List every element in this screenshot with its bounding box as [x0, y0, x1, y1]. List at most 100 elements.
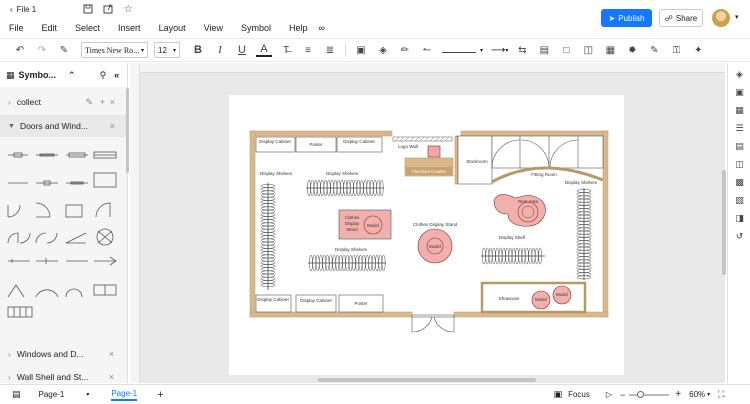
line-weight-icon[interactable]: ⇆ — [514, 42, 530, 58]
font-size-value: 12 — [158, 45, 167, 55]
sidebar-scrollbar[interactable] — [126, 88, 129, 173]
add-icon[interactable]: + — [100, 97, 105, 107]
arrow-style-select[interactable]: ⟶ — [491, 45, 505, 56]
chevron-up-icon[interactable]: ⌃ — [68, 70, 76, 81]
menu-help[interactable]: Help — [280, 20, 317, 36]
drawing-page[interactable]: Logo Wall Display Cabinet Poster Display… — [229, 95, 624, 375]
fullscreen-icon[interactable]: ⛶ — [718, 389, 724, 400]
page-tab-active[interactable]: Page-1 — [111, 389, 138, 401]
menu-file[interactable]: File — [0, 20, 33, 36]
page-layout-icon[interactable]: ▤ — [12, 389, 21, 400]
publish-button[interactable]: ➤ Publish — [601, 9, 652, 27]
menu-layout[interactable]: Layout — [150, 20, 195, 36]
menu-insert[interactable]: Insert — [109, 20, 150, 36]
close-icon[interactable]: × — [109, 349, 114, 359]
chevron-down-icon[interactable]: ▾ — [480, 47, 483, 54]
bold-icon[interactable]: B — [190, 42, 206, 58]
style-fill-icon[interactable]: ◈ — [728, 65, 750, 83]
export-icon[interactable] — [102, 3, 114, 15]
database-icon[interactable]: ◫ — [728, 155, 750, 173]
star-icon[interactable]: ☆ — [122, 3, 134, 15]
align-icon[interactable]: ≡ — [300, 42, 316, 58]
align-objects-icon[interactable]: ◫ — [580, 42, 596, 58]
share-icon: ☍ — [664, 13, 673, 23]
fit-icon[interactable]: ◨ — [728, 209, 750, 227]
close-icon[interactable]: × — [109, 372, 114, 382]
arrange-icon[interactable]: ▤ — [536, 42, 552, 58]
zoom-level[interactable]: 60% — [689, 390, 705, 399]
line-color-icon[interactable]: ✏ — [397, 42, 413, 58]
edit-icon[interactable]: ✎ — [646, 42, 662, 58]
label-display-shelves-top: Display Shelves — [326, 171, 359, 176]
redo-icon[interactable]: ↷ — [34, 42, 50, 58]
symbol-panel-title[interactable]: Symbo... — [19, 70, 57, 80]
collapse-panel-icon[interactable]: « — [114, 70, 119, 80]
avatar-dropdown-icon[interactable]: ▾ — [735, 13, 739, 21]
zoom-slider-handle[interactable] — [637, 390, 645, 398]
edit-icon[interactable]: ✎ — [85, 97, 93, 108]
comment-icon[interactable]: ▤ — [728, 137, 750, 155]
history-icon[interactable]: ↺ — [728, 227, 750, 245]
effects-icon[interactable]: ✹ — [624, 42, 640, 58]
sidebar-item-windows-doors[interactable]: › Windows and D... × — [0, 343, 126, 365]
add-page-icon[interactable]: + — [157, 389, 163, 401]
format-painter-icon[interactable]: ✎ — [56, 42, 72, 58]
chevron-right-icon: › — [8, 349, 11, 359]
sidebar-item-collect[interactable]: › collect ✎ + × — [0, 91, 127, 113]
close-icon[interactable]: × — [110, 121, 115, 131]
menu-symbol[interactable]: Symbol — [232, 20, 280, 36]
zoom-in-icon[interactable]: + — [675, 389, 681, 400]
underline-icon[interactable]: U — [234, 42, 250, 58]
save-icon[interactable] — [82, 3, 94, 15]
chevron-right-icon: › — [8, 97, 11, 107]
line-spacing-icon[interactable]: ≣ — [322, 42, 338, 58]
text-style-icon[interactable]: T̶ — [278, 42, 294, 58]
page-select[interactable]: Page-1 ▾ — [39, 390, 90, 399]
undo-icon[interactable]: ↶ — [12, 42, 28, 58]
fill-icon[interactable]: ◈ — [375, 42, 391, 58]
store-floor-plan[interactable]: Logo Wall Display Cabinet Poster Display… — [229, 95, 624, 375]
fitting-rooms — [491, 135, 604, 169]
italic-icon[interactable]: I — [212, 42, 228, 58]
zoom-out-icon[interactable]: − — [620, 390, 625, 400]
focus-label[interactable]: Focus — [568, 390, 590, 399]
group-icon[interactable]: □ — [558, 42, 574, 58]
image-icon[interactable]: ▩ — [728, 173, 750, 191]
collapse-icon[interactable]: ‹ — [10, 5, 13, 14]
vertical-scrollbar[interactable] — [722, 170, 726, 275]
menu-edit[interactable]: Edit — [33, 20, 67, 36]
avatar[interactable] — [712, 9, 730, 27]
line-style-select[interactable] — [442, 41, 476, 53]
lock-icon[interactable]: ⚿ — [668, 42, 684, 58]
label-checkout: Checkout Counter — [412, 169, 447, 174]
text-box-icon[interactable]: ▣ — [353, 42, 369, 58]
menu-select[interactable]: Select — [66, 20, 109, 36]
page-select-label: Page-1 — [38, 390, 65, 399]
chevron-down-icon[interactable]: ▾ — [505, 47, 508, 54]
size-icon[interactable]: ▦ — [602, 42, 618, 58]
logo-wall-label: Logo Wall — [398, 144, 418, 149]
grid-icon[interactable]: ▦ — [728, 101, 750, 119]
close-icon[interactable]: × — [110, 97, 115, 107]
label-clothes-stand-line1: Clothes — [345, 215, 360, 220]
menu-view[interactable]: View — [195, 20, 232, 36]
attachment-icon[interactable]: ▧ — [728, 191, 750, 209]
font-family-select[interactable]: Times New Ro... ▾ — [81, 42, 148, 58]
document-tab[interactable]: ‹ File 1 — [10, 5, 36, 14]
format-icon[interactable]: ▣ — [728, 83, 750, 101]
search-icon[interactable]: ⚲ — [100, 70, 107, 81]
share-button[interactable]: ☍ Share — [659, 9, 703, 27]
sidebar-item-doors-windows[interactable]: ▼ Doors and Wind... × — [0, 115, 127, 137]
connector-icon[interactable]: ↼ — [419, 42, 435, 58]
focus-icon[interactable]: ▣ — [554, 389, 563, 400]
shape-thumbnails[interactable] — [6, 145, 118, 325]
play-icon[interactable]: ▷ — [606, 390, 612, 399]
horizontal-scrollbar[interactable] — [318, 378, 536, 382]
font-color-icon[interactable]: A — [256, 43, 272, 57]
tools-icon[interactable]: ✦ — [690, 42, 706, 58]
chevron-down-icon[interactable]: ▾ — [707, 391, 710, 398]
ai-glasses-icon[interactable]: ∞ — [316, 20, 326, 36]
font-size-select[interactable]: 12 ▾ — [154, 42, 180, 58]
layers-icon[interactable]: ☰ — [728, 119, 750, 137]
zoom-slider[interactable] — [629, 390, 670, 398]
